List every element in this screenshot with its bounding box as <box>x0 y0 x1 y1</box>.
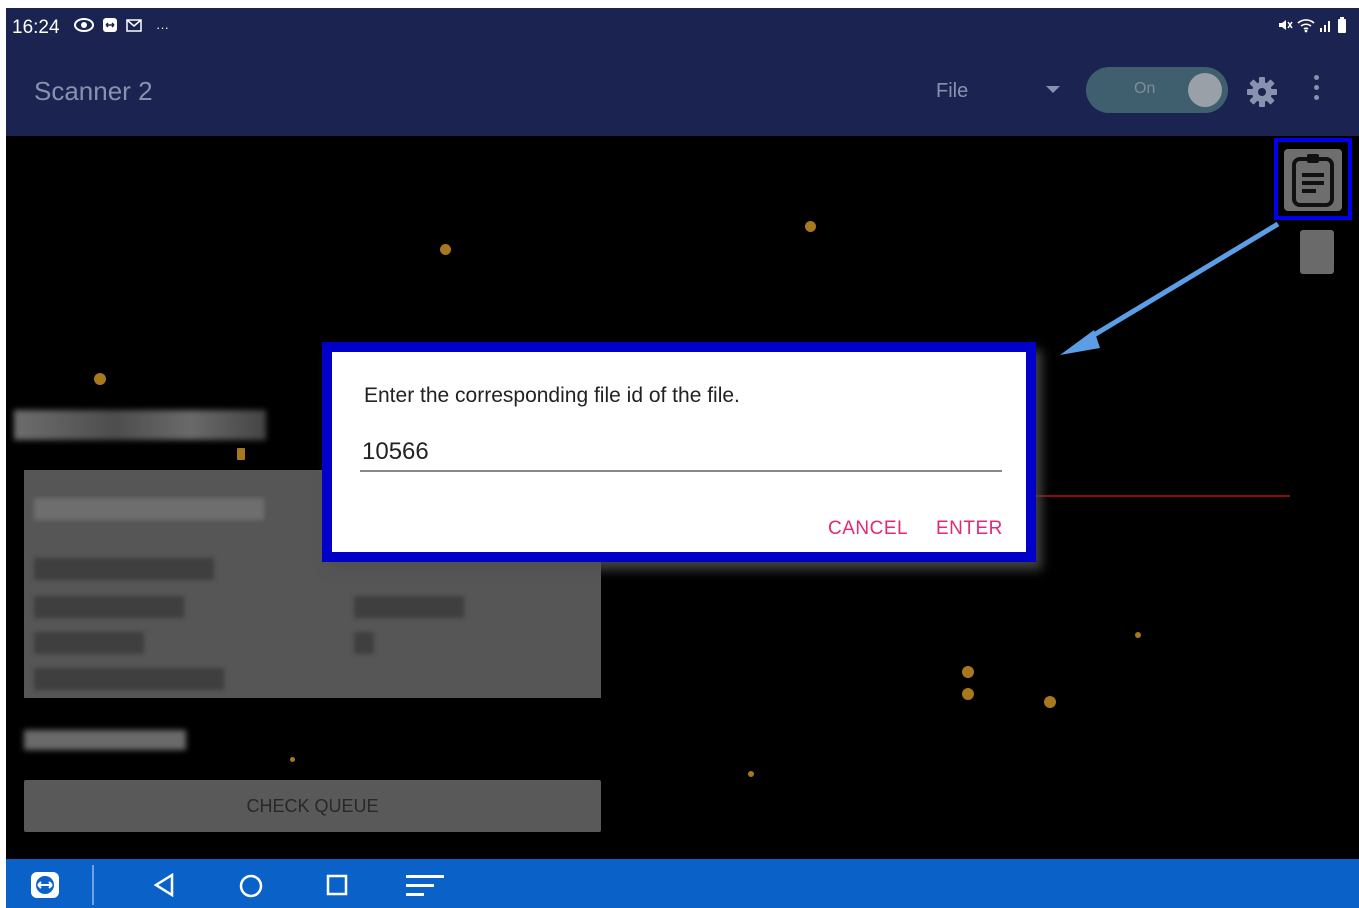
device-screen: 16:24 ··· Scanner 2 File On CHECK QUEUE … <box>6 8 1359 908</box>
mute-icon <box>1277 17 1293 38</box>
toggle-knob <box>1188 73 1222 107</box>
scan-point <box>748 771 754 777</box>
file-id-dialog: Enter the corresponding file id of the f… <box>332 352 1026 552</box>
menu-icon[interactable] <box>406 874 446 898</box>
scan-point <box>290 757 295 762</box>
recents-icon[interactable] <box>326 874 348 896</box>
wifi-icon <box>1297 17 1315 38</box>
enter-button[interactable]: ENTER <box>936 518 1003 540</box>
status-time: 16:24 <box>12 17 60 38</box>
app-title: Scanner 2 <box>34 76 153 106</box>
file-id-input[interactable] <box>360 438 1002 472</box>
scan-point <box>962 666 974 678</box>
navigation-bar <box>6 859 1359 908</box>
toggle-label: On <box>1134 80 1156 97</box>
teamviewer-icon <box>102 17 118 37</box>
gear-icon[interactable] <box>1246 76 1278 108</box>
eye-icon <box>74 18 94 36</box>
back-icon[interactable] <box>152 873 176 897</box>
home-icon[interactable] <box>238 873 264 899</box>
scan-point <box>237 448 245 460</box>
scan-line <box>1036 495 1290 497</box>
dropdown-arrow-icon[interactable] <box>1046 86 1060 93</box>
mode-dropdown[interactable]: File <box>936 80 968 103</box>
scanner-toggle[interactable]: On <box>1086 67 1228 113</box>
nav-divider <box>92 865 94 905</box>
scan-point <box>94 373 106 385</box>
side-handle-button[interactable] <box>1300 230 1334 274</box>
overflow-menu-icon[interactable] <box>1311 75 1321 107</box>
scan-point <box>1135 632 1141 638</box>
status-left-icons: ··· <box>74 17 169 37</box>
check-queue-button[interactable]: CHECK QUEUE <box>24 780 601 832</box>
dialog-highlight-box: Enter the corresponding file id of the f… <box>322 342 1036 562</box>
signal-icon <box>1319 17 1333 38</box>
app-bar: Scanner 2 File On <box>6 46 1359 136</box>
scan-point <box>805 221 816 232</box>
blurred-heading <box>14 410 266 440</box>
teamviewer-icon[interactable] <box>30 871 60 899</box>
blurred-subheading <box>24 730 186 750</box>
mail-icon <box>126 18 142 36</box>
dialog-message: Enter the corresponding file id of the f… <box>364 384 740 407</box>
clipboard-highlight-box <box>1274 138 1352 220</box>
scan-point <box>1044 696 1056 708</box>
scan-point <box>440 244 451 255</box>
scan-point <box>962 688 974 700</box>
status-right-icons <box>1277 17 1347 38</box>
more-notifications-icon: ··· <box>156 19 169 35</box>
battery-icon <box>1337 17 1347 38</box>
cancel-button[interactable]: CANCEL <box>828 518 908 540</box>
status-bar: 16:24 ··· <box>6 8 1359 46</box>
